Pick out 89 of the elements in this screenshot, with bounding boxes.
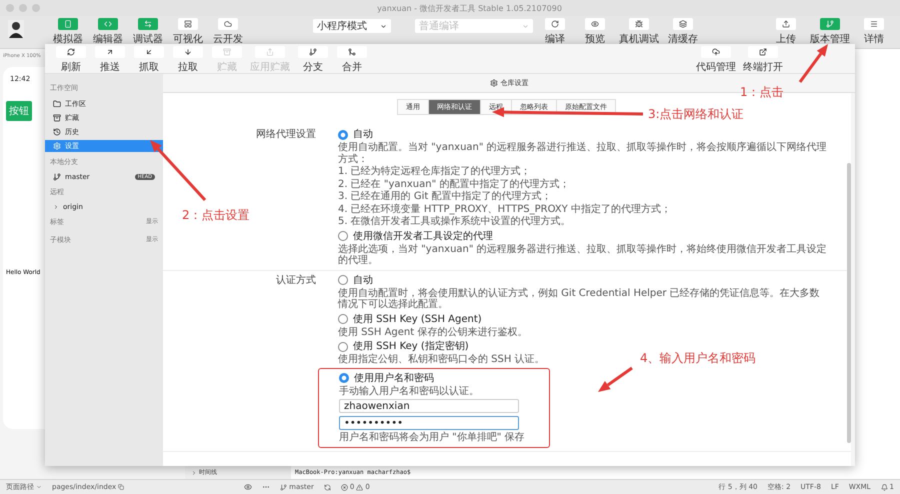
mode-select[interactable]: 小程序模式 [313,19,391,33]
save-note: 用户名和密码将会为用户 "你单排吧" 保存 [339,432,525,444]
toolbar-button[interactable]: 真机调试 [617,18,661,46]
eye-icon[interactable] [244,483,252,491]
phone-icon [64,20,72,28]
pull-icon [184,48,192,56]
radio-option[interactable]: 使用用户名和密码 [339,372,434,384]
sync-icon[interactable] [324,484,331,490]
annotation-note: 3:点击网络和认证 [648,106,744,123]
window-title: yanxuan - 微信开发者工具 Stable 1.05.2107090 [377,2,562,14]
swap-icon [144,20,152,28]
caret-icon [522,22,529,30]
caret-icon [53,204,59,210]
external-link-icon [759,48,767,56]
option-description: 1. 已经为特定远程仓库指定了的代理方式； [338,166,531,178]
branch-icon [826,20,834,28]
annotation-note: 2：点击设置 [182,207,250,224]
settings-icon [53,142,61,150]
bell-icon [880,484,888,490]
repo-toolbar-button[interactable]: 合并 [334,46,370,74]
radio-option[interactable]: 自动 [338,274,373,286]
error-icon [340,484,348,490]
password-field[interactable]: •••••••••• [339,416,519,430]
fetch-icon [145,48,153,56]
option-description: 选择此选项，当对 "yanxuan" 的远程服务器进行推送、拉取、抓取等操作时，将始终使用微信开发者工具设定的代理。 [338,244,827,266]
archive-icon [223,48,231,56]
merge-icon [348,48,356,56]
annotation-note: 1：点击 [740,84,784,101]
folder-icon [53,100,61,108]
repo-toolbar-button[interactable]: 拉取 [170,46,206,74]
layers-icon [679,20,687,28]
toolbar-button[interactable]: 调试器 [130,18,166,46]
warning-icon [356,484,364,490]
option-description: 使用自动配置时，将会使用默认的认证方式，例如 Git Credential Helper 已经存储的凭证信息等。在大多数情况下可以选择此配置。 [338,288,821,310]
repo-toolbar-button[interactable]: 终端打开 [741,46,785,74]
annotation-note: 4、输入用户名和密码 [640,350,756,367]
layout-icon [184,20,192,28]
cloud-icon [224,20,232,28]
refresh-icon [551,20,559,28]
repo-toolbar-button[interactable]: 刷新 [53,46,89,74]
radio-option[interactable]: 自动 [338,128,373,141]
avatar[interactable] [8,20,24,38]
toolbar-button[interactable]: 版本管理 [808,18,852,46]
radio-option[interactable]: 使用 SSH Key (SSH Agent) [338,312,482,326]
repo-toolbar-button[interactable]: 推送 [92,46,128,74]
refresh-icon [67,48,75,56]
code-icon [104,20,112,28]
scrollbar[interactable] [847,163,851,443]
toolbar-button[interactable]: 编辑器 [90,18,126,46]
option-description: 4. 已经在环境变量 HTTP_PROXY、HTTPS_PROXY 中指定了的代理方式； [338,204,671,215]
branch-icon [53,173,61,181]
caret-icon [380,22,387,30]
upload-icon [782,20,790,28]
history-icon [53,128,61,136]
option-description: 5. 在微信开发者工具或操作系统中设置的代理方式。 [338,216,571,228]
toolbar-button[interactable]: 详情 [856,18,892,46]
settings-icon [490,79,498,87]
eye-icon [591,20,599,28]
section-label: 网络代理设置 [255,128,316,141]
toolbar-button[interactable]: 上传 [768,18,804,46]
caret-icon [36,484,42,490]
toolbar-button[interactable]: 云开发 [210,18,246,46]
upload-icon [266,48,274,56]
option-description: 手动输入用户名和密码以认证。 [339,386,479,397]
chevron-icon [191,470,197,476]
radio-option[interactable]: 使用 SSH Key (指定密钥) [338,340,469,353]
push-icon [106,48,114,56]
branch-icon [280,484,288,490]
menu-icon [870,20,878,28]
option-description: 使用自动配置。当对 "yanxuan" 的远程服务器进行推送、拉取、抓取等操作时，将会按顺序遍循以下网络代理方式： [338,142,827,165]
cloud-upload-icon [712,48,720,56]
repo-toolbar-button[interactable]: 代码管理 [694,46,738,74]
toolbar-button[interactable]: 清缓存 [665,18,701,46]
username-field[interactable]: zhaowenxian [339,399,519,413]
option-description: 使用指定公钥、私钥和密码口令的 SSH 认证。 [338,354,545,366]
repo-toolbar-button[interactable]: 分支 [295,46,331,74]
branch-icon [309,48,317,56]
option-description: 使用 SSH Agent 保存的公钥来进行鉴权。 [338,326,528,338]
toolbar-button[interactable]: 模拟器 [50,18,86,46]
section-label: 认证方式 [275,274,316,286]
copy-icon [118,484,124,490]
option-description: 2. 已经在 "yanxuan" 的配置中指定了的代理方式； [338,178,570,190]
toolbar-button[interactable]: 编译 [537,18,573,46]
option-description: 3. 已经在通用的 Git 配置中指定了的代理方式； [338,191,552,202]
repo-toolbar-button[interactable]: 抓取 [131,46,167,74]
archive-icon [53,114,61,122]
radio-option[interactable]: 使用微信开发者工具设定的代理 [338,230,493,242]
toolbar-button[interactable]: 预览 [577,18,613,46]
bug-icon [635,20,643,28]
